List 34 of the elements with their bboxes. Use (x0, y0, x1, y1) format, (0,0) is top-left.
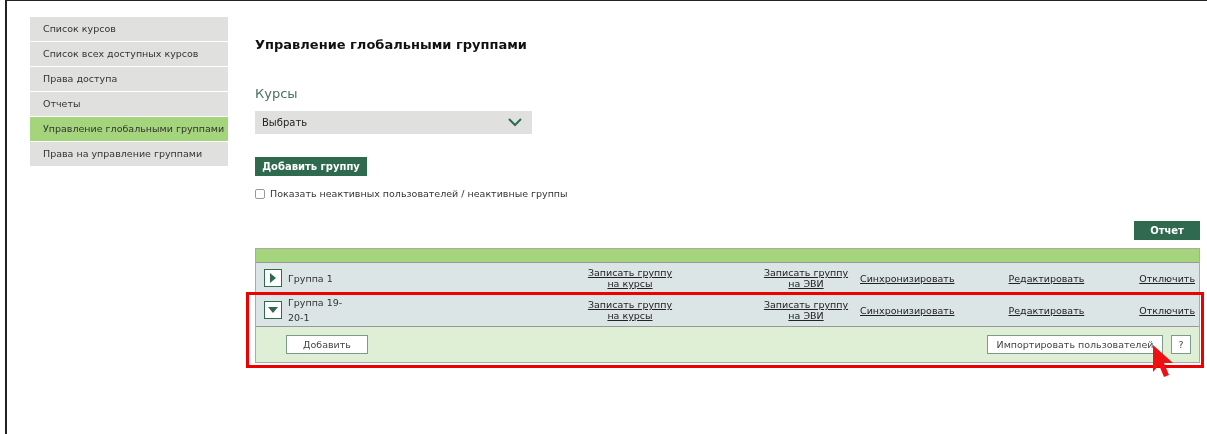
action-link[interactable]: Отключить (1139, 304, 1195, 316)
report-button[interactable]: Отчет (1134, 221, 1200, 240)
action-link[interactable]: Синхронизировать (860, 272, 955, 284)
action-link[interactable]: Синхронизировать (860, 304, 955, 316)
group-name: Группа 19- 20-1 (288, 296, 344, 325)
add-group-button[interactable]: Добавить группу (255, 157, 367, 176)
sidebar-item[interactable]: Права доступа (30, 67, 228, 91)
sidebar-item[interactable]: Отчеты (30, 92, 228, 116)
page-title: Управление глобальными группами (255, 37, 527, 52)
action-link[interactable]: Отключить (1139, 272, 1195, 284)
action-link[interactable]: Записать группу на курсы (580, 267, 680, 289)
courses-label: Курсы (255, 86, 298, 101)
cursor-icon (1151, 344, 1175, 378)
action-link[interactable]: Редактировать (1008, 272, 1085, 284)
triangle-right-icon (270, 273, 276, 283)
add-button[interactable]: Добавить (286, 335, 368, 354)
checkbox[interactable] (255, 188, 265, 199)
group-name: Группа 1 (288, 271, 334, 286)
sidebar-item[interactable]: Список курсов (30, 17, 228, 41)
chevron-down-icon (508, 118, 522, 127)
import-users-button[interactable]: Импортировать пользователей (987, 335, 1163, 354)
sidebar-item[interactable]: Список всех доступных курсов (30, 42, 228, 66)
expand-toggle[interactable] (264, 269, 282, 287)
triangle-down-icon (268, 307, 278, 313)
action-link[interactable]: Записать группу на ЭВИ (756, 299, 856, 321)
collapse-toggle[interactable] (264, 301, 282, 319)
checkbox-label: Показать неактивных пользователей / неактивные группы (270, 188, 568, 199)
courses-select[interactable]: Выбрать (255, 111, 532, 134)
action-link[interactable]: Записать группу на курсы (580, 299, 680, 321)
action-link[interactable]: Записать группу на ЭВИ (756, 267, 856, 289)
sidebar-item[interactable]: Права на управление группами (30, 142, 228, 166)
help-button[interactable]: ? (1171, 335, 1191, 354)
sidebar-item[interactable]: Управление глобальными группами (30, 117, 228, 141)
action-link[interactable]: Редактировать (1008, 304, 1085, 316)
